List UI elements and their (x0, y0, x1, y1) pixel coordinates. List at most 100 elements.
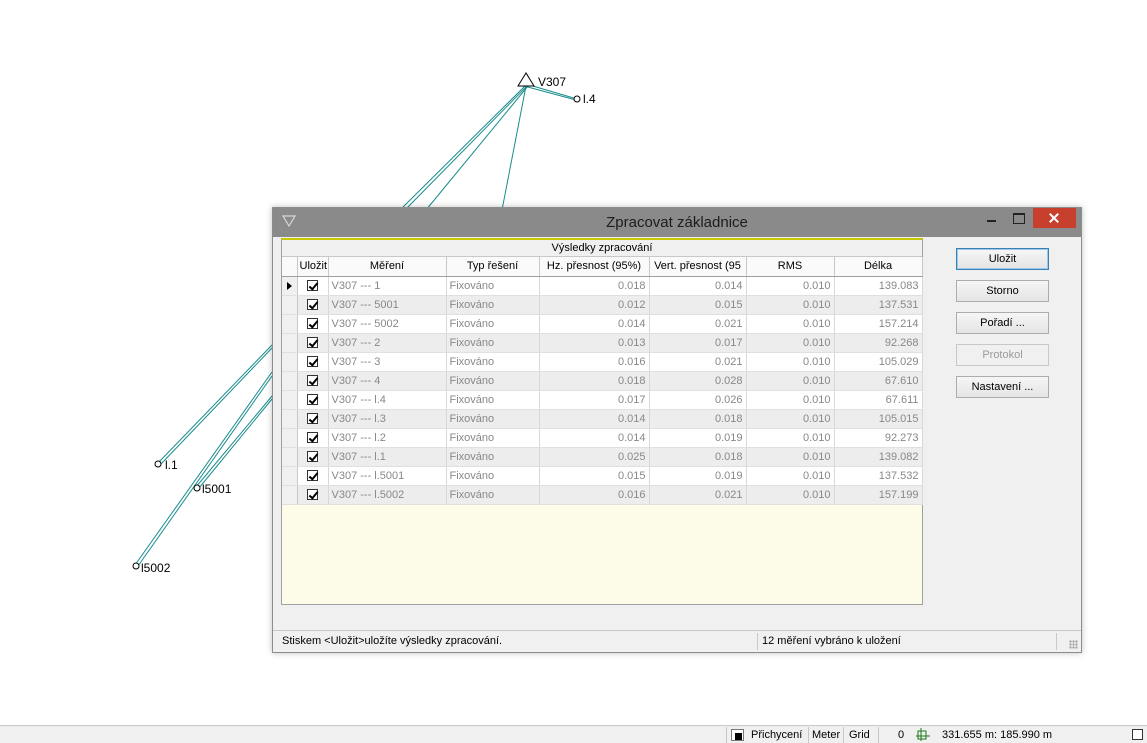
table-row[interactable]: V307 --- 3 Fixováno 0.016 0.021 0.010 105.029 (282, 352, 923, 372)
row-indicator[interactable] (282, 447, 298, 467)
save-checkbox[interactable] (307, 489, 318, 501)
vert-precision-cell: 0.017 (649, 333, 747, 353)
maximize-icon[interactable] (1008, 208, 1028, 228)
minimize-icon[interactable] (981, 208, 1001, 228)
results-table: Uložit Měření Typ řešení Hz. přesnost (9… (282, 257, 923, 505)
station-triangle-icon[interactable] (517, 72, 535, 87)
length-cell: 105.029 (834, 352, 923, 372)
table-row[interactable]: V307 --- 5001 Fixováno 0.012 0.015 0.010 137.… (282, 295, 923, 315)
save-cell[interactable] (297, 485, 329, 505)
header-solution-type[interactable]: Typ řešení (446, 257, 540, 277)
vert-precision-cell: 0.021 (649, 314, 747, 334)
rms-cell: 0.010 (746, 295, 835, 315)
zero-label: 0 (898, 729, 905, 741)
table-row[interactable]: V307 --- l.1 Fixováno 0.025 0.018 0.010 139.0… (282, 447, 923, 467)
results-grid[interactable]: Výsledky zpracování Uložit Měření Typ ře… (281, 238, 923, 605)
point-marker-5002[interactable] (132, 562, 140, 570)
save-checkbox[interactable] (307, 375, 318, 387)
length-cell: 137.532 (834, 466, 923, 486)
dialog-titlebar[interactable]: Zpracovat základnice (273, 208, 1081, 237)
table-row[interactable]: V307 --- l.5001 Fixováno 0.015 0.019 0.010 13… (282, 466, 923, 486)
save-checkbox[interactable] (307, 337, 318, 349)
order-button[interactable]: Pořadí ... (956, 312, 1049, 334)
table-row[interactable]: V307 --- 5002 Fixováno 0.014 0.021 0.010 157.… (282, 314, 923, 334)
header-length[interactable]: Délka (834, 257, 923, 277)
row-indicator[interactable] (282, 390, 298, 410)
save-cell[interactable] (297, 371, 329, 391)
table-row[interactable]: V307 --- l.4 Fixováno 0.017 0.026 0.010 67.61… (282, 390, 923, 410)
table-row[interactable]: V307 --- 1 Fixováno 0.018 0.014 0.010 139.083 (282, 276, 923, 296)
save-button[interactable]: Uložit (956, 248, 1049, 270)
row-indicator[interactable] (282, 352, 298, 372)
save-cell[interactable] (297, 466, 329, 486)
coordinates-icon (916, 728, 930, 741)
cancel-button[interactable]: Storno (956, 280, 1049, 302)
header-vert-precision[interactable]: Vert. přesnost (95 (649, 257, 747, 277)
units-label[interactable]: Meter (812, 729, 840, 741)
row-indicator[interactable] (282, 485, 298, 505)
save-cell[interactable] (297, 333, 329, 353)
save-checkbox[interactable] (307, 356, 318, 368)
point-marker-l1[interactable] (154, 460, 162, 468)
vert-precision-cell: 0.028 (649, 371, 747, 391)
header-rms[interactable]: RMS (746, 257, 835, 277)
vert-precision-cell: 0.026 (649, 390, 747, 410)
row-indicator[interactable] (282, 333, 298, 353)
save-cell[interactable] (297, 276, 329, 296)
save-cell[interactable] (297, 295, 329, 315)
measurement-cell: V307 --- 5002 (328, 314, 447, 334)
solution-type-cell: Fixováno (446, 371, 540, 391)
panel-toggle-icon[interactable] (1132, 729, 1143, 740)
close-icon[interactable] (1033, 208, 1076, 228)
measurement-cell: V307 --- 3 (328, 352, 447, 372)
point-marker-5001[interactable] (193, 484, 201, 492)
resize-grip-icon[interactable] (1069, 640, 1078, 649)
save-cell[interactable] (297, 428, 329, 448)
settings-button[interactable]: Nastavení ... (956, 376, 1049, 398)
solution-type-cell: Fixováno (446, 447, 540, 467)
status-divider (843, 727, 844, 743)
save-checkbox[interactable] (307, 432, 318, 444)
row-indicator[interactable] (282, 409, 298, 429)
row-indicator[interactable] (282, 276, 298, 296)
save-checkbox[interactable] (307, 451, 318, 463)
row-indicator[interactable] (282, 428, 298, 448)
table-row[interactable]: V307 --- l.2 Fixováno 0.014 0.019 0.010 92.27… (282, 428, 923, 448)
row-indicator[interactable] (282, 371, 298, 391)
row-indicator[interactable] (282, 295, 298, 315)
save-checkbox[interactable] (307, 413, 318, 425)
save-cell[interactable] (297, 447, 329, 467)
table-row[interactable]: V307 --- l.3 Fixováno 0.014 0.018 0.010 105.0… (282, 409, 923, 429)
save-checkbox[interactable] (307, 470, 318, 482)
save-cell[interactable] (297, 409, 329, 429)
header-save[interactable]: Uložit (297, 257, 329, 277)
row-indicator[interactable] (282, 314, 298, 334)
baseline-line-l1 (157, 344, 273, 464)
save-checkbox[interactable] (307, 280, 318, 292)
table-row[interactable]: V307 --- 2 Fixováno 0.013 0.017 0.010 92.268 (282, 333, 923, 353)
length-cell: 105.015 (834, 409, 923, 429)
grid-label[interactable]: Grid (849, 729, 870, 741)
header-hz-precision[interactable]: Hz. přesnost (95%) (539, 257, 650, 277)
save-cell[interactable] (297, 390, 329, 410)
length-cell: 92.273 (834, 428, 923, 448)
save-checkbox[interactable] (307, 394, 318, 406)
save-checkbox[interactable] (307, 318, 318, 330)
point-marker-l4[interactable] (573, 95, 581, 103)
save-cell[interactable] (297, 352, 329, 372)
save-checkbox[interactable] (307, 299, 318, 311)
row-indicator[interactable] (282, 466, 298, 486)
measurement-cell: V307 --- 4 (328, 371, 447, 391)
rms-cell: 0.010 (746, 333, 835, 353)
table-row[interactable]: V307 --- 4 Fixováno 0.018 0.028 0.010 67.610 (282, 371, 923, 391)
vert-precision-cell: 0.019 (649, 428, 747, 448)
snap-toggle-icon[interactable] (731, 729, 744, 741)
table-row[interactable]: V307 --- l.5002 Fixováno 0.016 0.021 0.010 15… (282, 485, 923, 505)
solution-type-cell: Fixováno (446, 333, 540, 353)
point-label-5001: l5001 (202, 482, 232, 496)
header-measurement[interactable]: Měření (328, 257, 447, 277)
save-cell[interactable] (297, 314, 329, 334)
snap-label[interactable]: Přichycení (751, 729, 802, 741)
measurement-cell: V307 --- l.3 (328, 409, 447, 429)
length-cell: 92.268 (834, 333, 923, 353)
